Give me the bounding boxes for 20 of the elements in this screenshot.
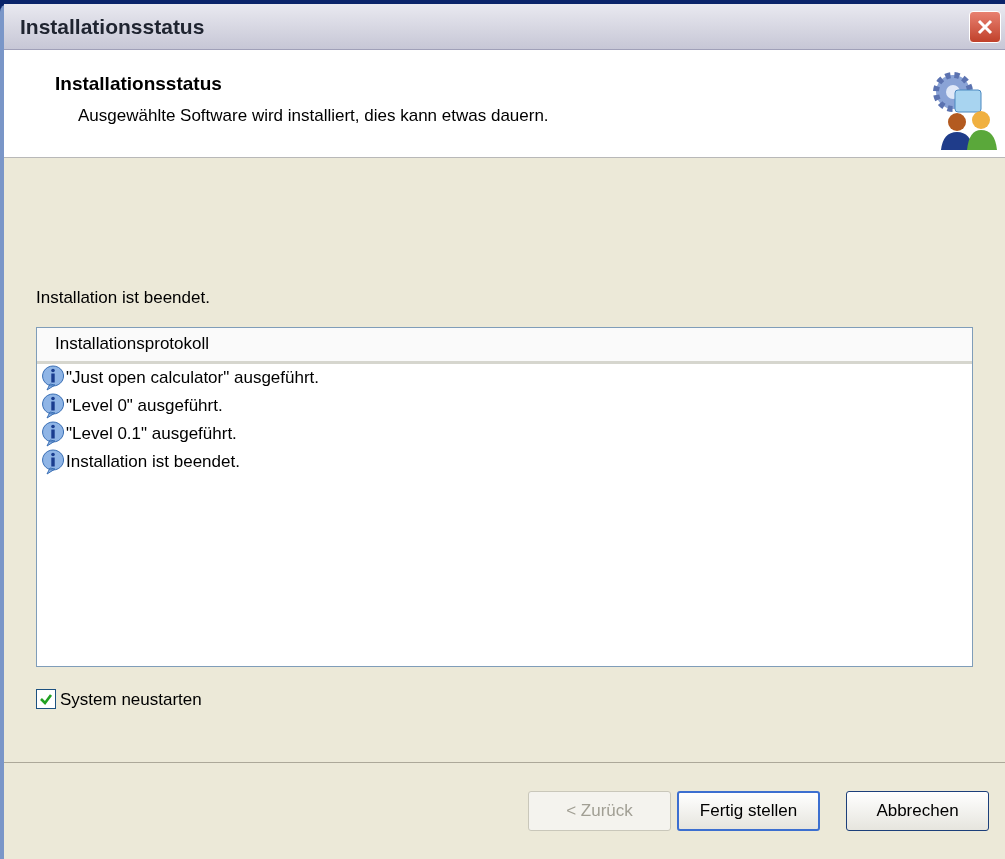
restart-checkbox[interactable] (36, 689, 56, 710)
info-icon (41, 420, 65, 447)
close-icon (976, 17, 994, 36)
close-button[interactable] (969, 10, 1001, 43)
info-icon (41, 448, 65, 475)
window-title: Installationsstatus (20, 13, 205, 40)
info-icon (41, 392, 65, 419)
header-title: Installationsstatus (55, 72, 223, 96)
info-icon (41, 364, 65, 391)
log-entry: Installation ist beendet. (66, 450, 240, 473)
dialog-button[interactable]: Abbrechen (846, 791, 989, 831)
header-subtitle: Ausgewählte Software wird installiert, dies kann etwas dauern. (77, 104, 549, 127)
log-entry: "Level 0.1" ausgeführt. (66, 422, 237, 445)
log-entry: "Just open calculator" ausgeführt. (66, 366, 320, 389)
column-header: Installationsprotokoll (37, 327, 972, 364)
dialog-button[interactable]: Fertig stellen (677, 791, 820, 831)
checkbox-label: System neustarten (60, 688, 202, 711)
status-text: Installation ist beendet. (36, 287, 211, 309)
log-entry: "Level 0" ausgeführt. (66, 394, 223, 417)
checkmark-icon (39, 692, 53, 707)
